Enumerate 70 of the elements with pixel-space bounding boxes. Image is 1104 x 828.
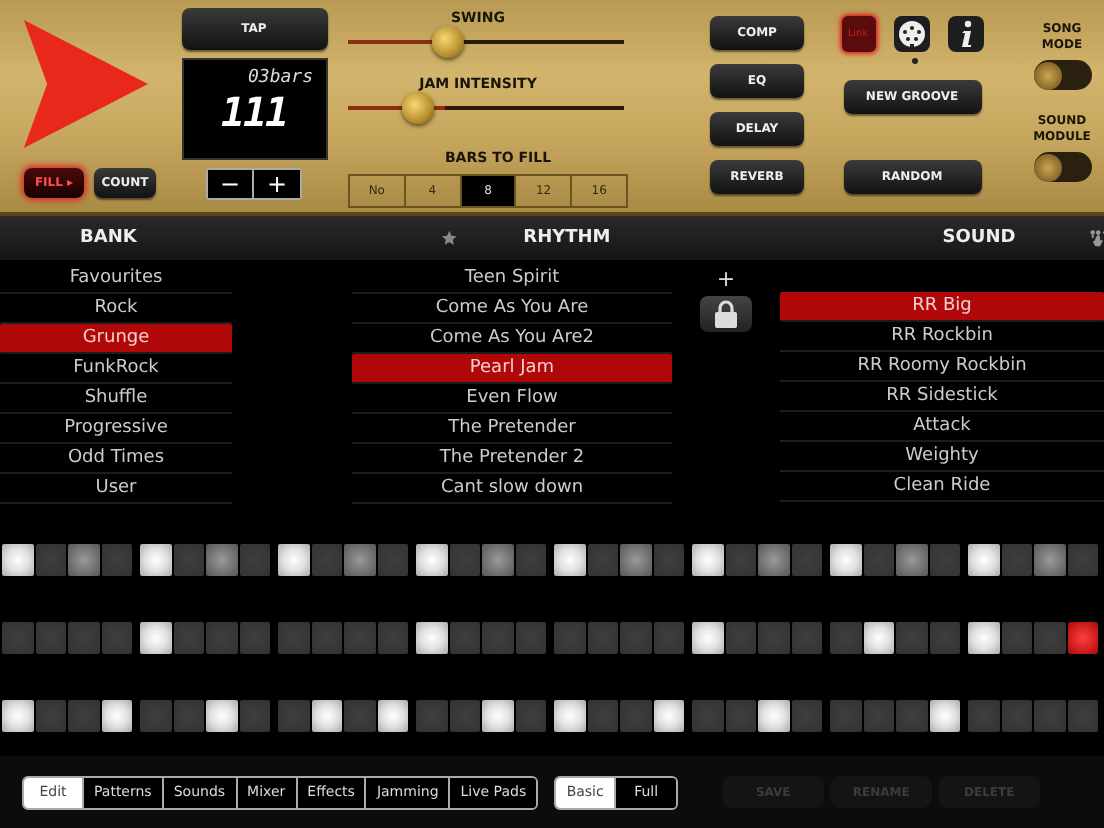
step-pad[interactable] <box>2 700 33 733</box>
plus-button[interactable]: + <box>254 170 300 198</box>
bank-item[interactable]: Shuffle <box>0 384 232 414</box>
step-pad[interactable] <box>482 700 513 733</box>
step-pad[interactable] <box>206 700 237 733</box>
step-pad[interactable] <box>929 700 960 733</box>
bank-item[interactable]: FunkRock <box>0 354 232 384</box>
sound-item[interactable]: Weighty <box>780 442 1104 472</box>
step-pad[interactable] <box>482 543 513 576</box>
bank-item[interactable]: Grunge <box>0 324 232 354</box>
step-pad[interactable] <box>830 543 861 576</box>
step-pad[interactable] <box>344 543 375 576</box>
page-indicator-icon[interactable] <box>912 57 918 63</box>
step-pad[interactable] <box>554 543 585 576</box>
bank-item[interactable]: User <box>0 474 232 504</box>
rhythm-item[interactable]: Cant slow down <box>352 474 672 504</box>
step-pad[interactable] <box>416 543 447 576</box>
rhythm-item[interactable]: Pearl Jam <box>352 354 672 384</box>
step-pad[interactable] <box>620 543 651 576</box>
step-pad[interactable] <box>311 700 342 733</box>
step-pad[interactable] <box>968 621 999 654</box>
step-pad[interactable] <box>140 621 171 654</box>
slider-thumb[interactable] <box>431 26 464 58</box>
beat-readout: 111 <box>220 88 288 136</box>
sound-item[interactable]: RR Sidestick <box>780 382 1104 412</box>
step-pad[interactable] <box>692 543 723 576</box>
step-pad[interactable] <box>101 700 132 733</box>
sound-item[interactable]: RR Roomy Rockbin <box>780 352 1104 382</box>
sound-item[interactable]: RR Rockbin <box>780 322 1104 352</box>
minus-button[interactable]: − <box>208 170 254 198</box>
step-pad[interactable] <box>1034 543 1065 576</box>
sound-item[interactable]: RR Big <box>780 292 1104 322</box>
step-pad[interactable] <box>758 700 789 733</box>
info-button[interactable] <box>947 16 983 52</box>
step-pad[interactable] <box>206 543 237 576</box>
step-pad[interactable] <box>554 700 585 733</box>
rhythm-item[interactable]: Even Flow <box>352 384 672 414</box>
step-pad[interactable] <box>416 621 447 654</box>
rhythm-item[interactable]: The Pretender <box>352 414 672 444</box>
step-pad[interactable] <box>653 700 684 733</box>
rhythm-item[interactable]: Come As You Are <box>352 294 672 324</box>
bank-item[interactable]: Favourites <box>0 264 232 294</box>
add-button[interactable]: + <box>716 268 736 290</box>
toggle-switch[interactable] <box>1033 60 1091 90</box>
column-heading: BANK <box>80 228 137 248</box>
step-pad[interactable] <box>2 543 33 576</box>
rhythm-item[interactable]: Teen Spirit <box>352 264 672 294</box>
toggle-switch[interactable] <box>1033 152 1091 182</box>
rhythm-item[interactable]: The Pretender 2 <box>352 444 672 474</box>
lock-icon[interactable] <box>714 300 738 328</box>
step-pad[interactable] <box>692 621 723 654</box>
bars-readout: 03bars <box>247 68 313 88</box>
slider-thumb[interactable] <box>401 92 433 124</box>
step-pad[interactable] <box>968 543 999 576</box>
step-pad[interactable] <box>758 543 789 576</box>
column-heading: SOUND <box>942 228 1016 248</box>
sound-item[interactable]: Clean Ride <box>780 472 1104 502</box>
info-icon[interactable] <box>957 20 973 48</box>
lock-button[interactable] <box>700 296 752 332</box>
column-heading: RHYTHM <box>523 228 611 248</box>
play-icon[interactable] <box>20 20 148 148</box>
step-pad[interactable] <box>140 543 171 576</box>
step-pad[interactable] <box>896 543 927 576</box>
step-pad[interactable] <box>863 621 894 654</box>
sound-item[interactable]: Attack <box>780 412 1104 442</box>
step-pad[interactable] <box>278 543 309 576</box>
step-pad[interactable] <box>68 543 99 576</box>
bank-item[interactable]: Progressive <box>0 414 232 444</box>
step-pad[interactable] <box>377 700 408 733</box>
bank-item[interactable]: Odd Times <box>0 444 232 474</box>
